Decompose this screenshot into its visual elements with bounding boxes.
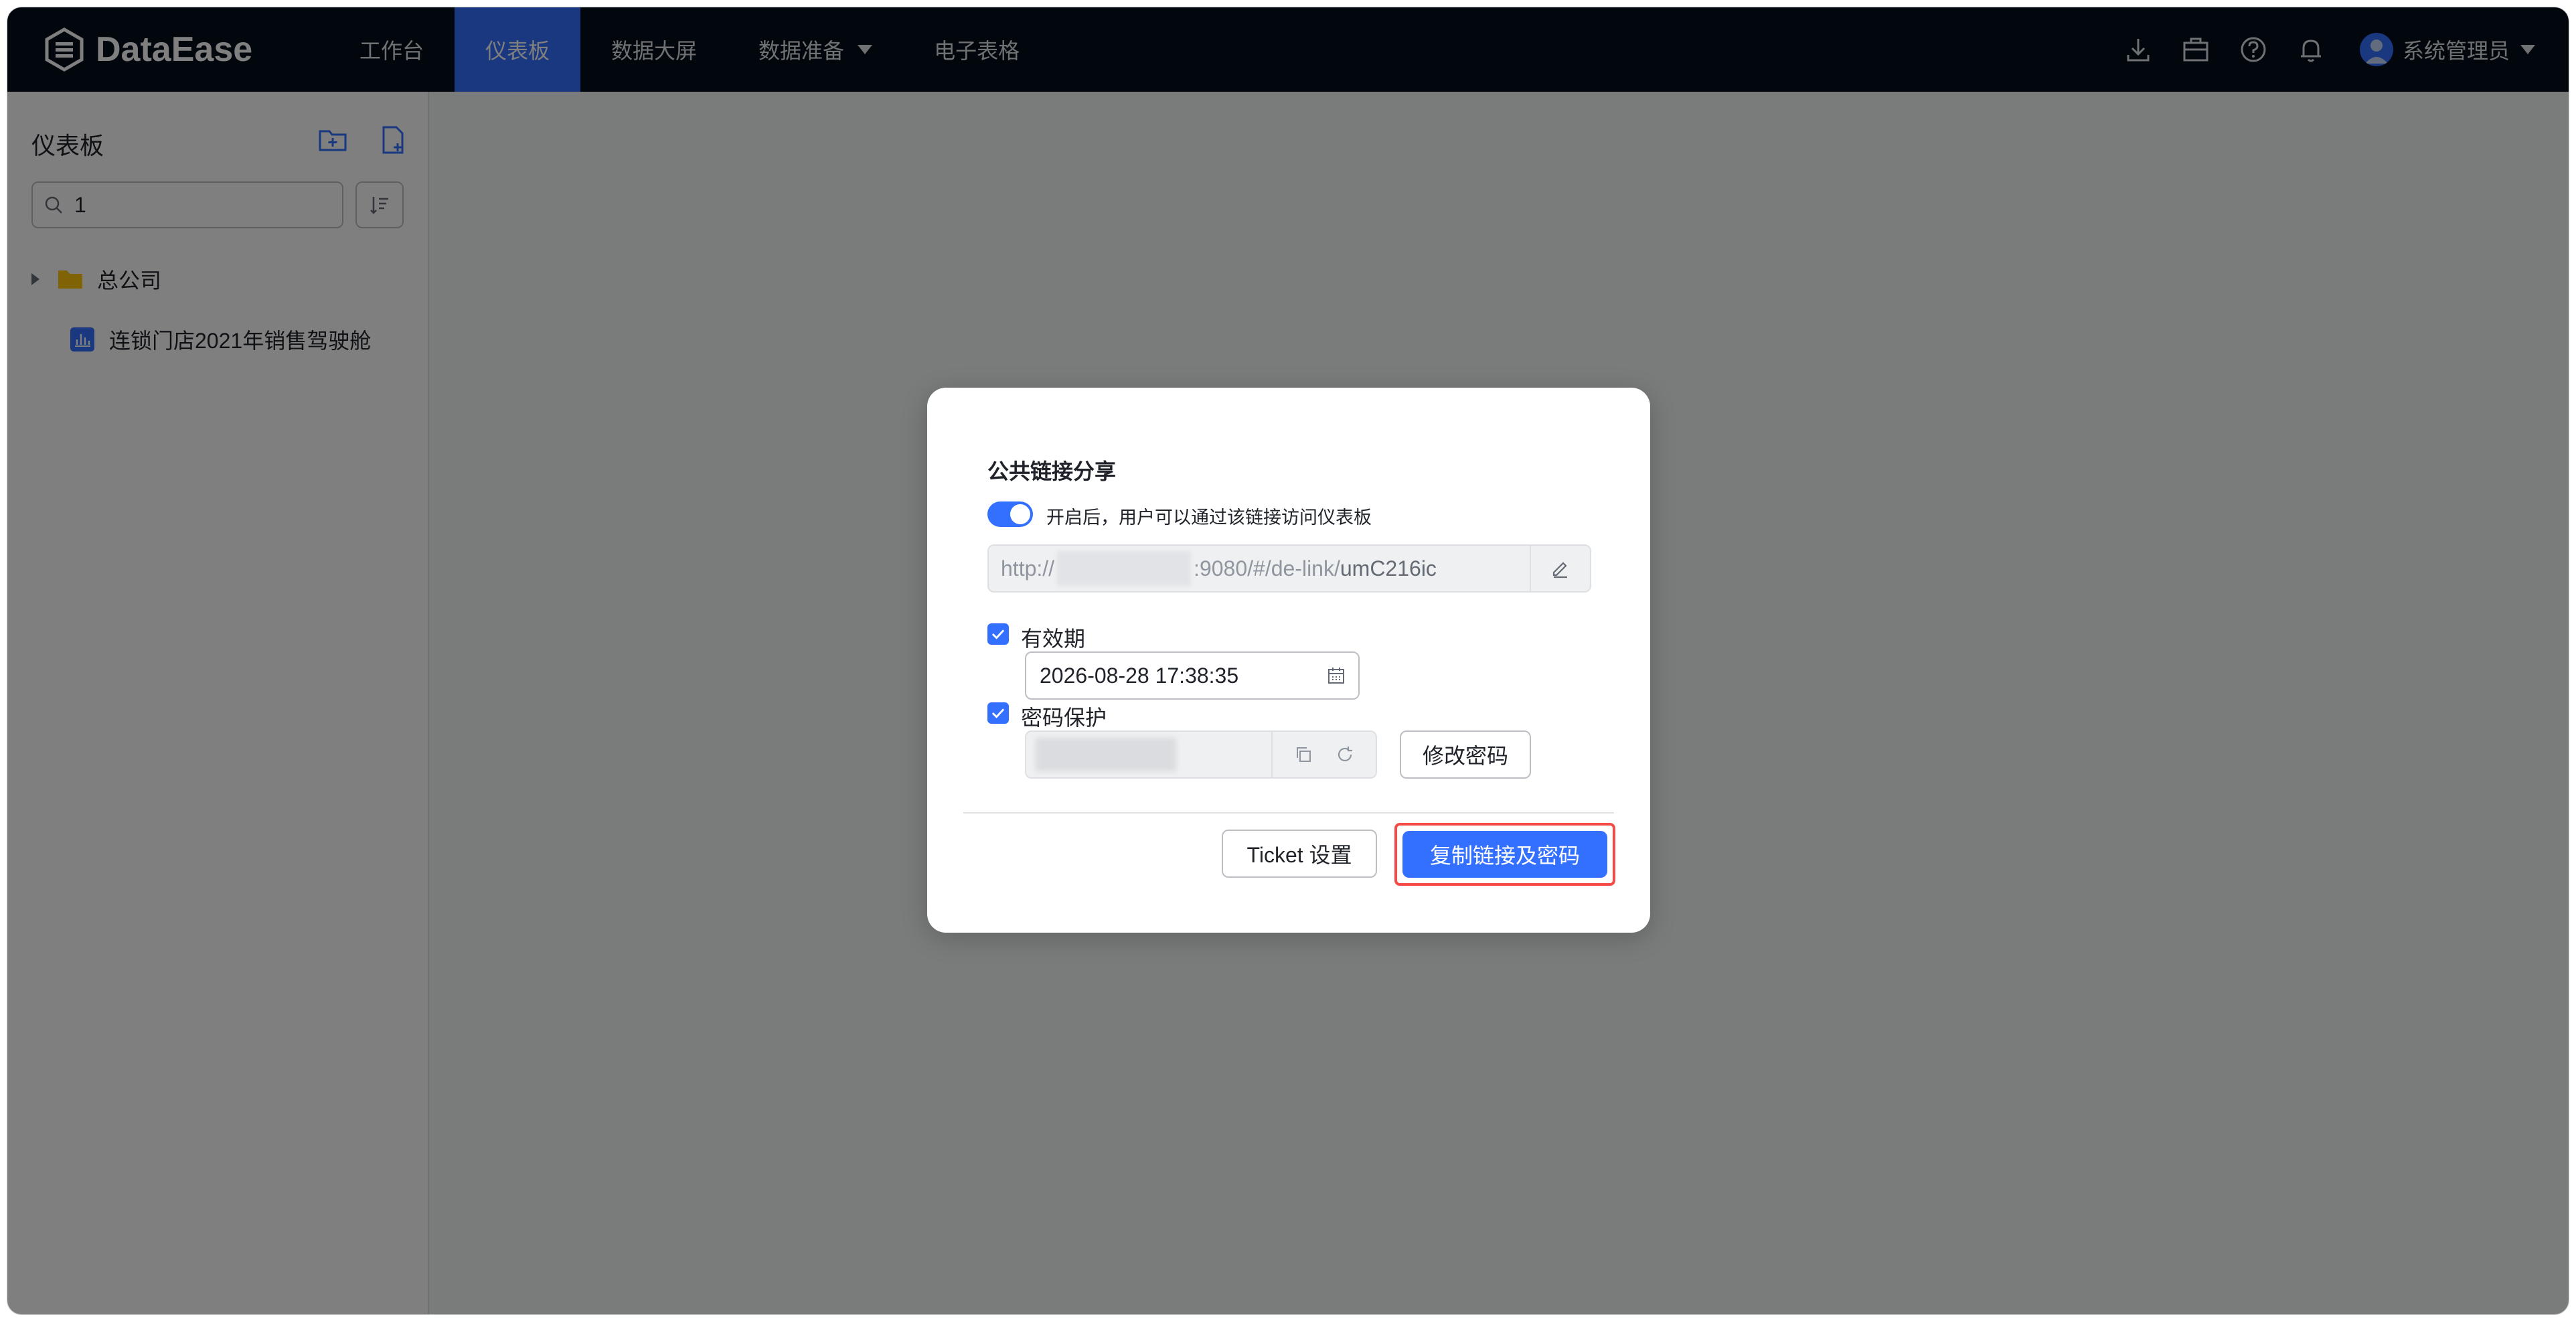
expiry-label: 有效期 (1021, 627, 1086, 651)
calendar-icon (1328, 668, 1344, 684)
change-password-button[interactable]: 修改密码 (1400, 730, 1531, 779)
edit-icon (1552, 562, 1567, 578)
expiry-checkbox[interactable] (987, 623, 1009, 645)
refresh-icon[interactable] (1335, 745, 1355, 765)
share-link-field[interactable]: http:// :9080/#/de-link/ umC216ic (987, 544, 1591, 593)
link-middle: :9080/#/de-link/ (1194, 556, 1340, 580)
check-icon (991, 629, 1005, 639)
password-field (1025, 730, 1377, 779)
dialog-title: 公共链接分享 (987, 459, 1117, 483)
link-prefix: http:// (1001, 556, 1055, 580)
expiry-date-picker[interactable] (1025, 651, 1360, 700)
share-dialog: 公共链接分享 开启后，用户可以通过该链接访问仪表板 http:// :9080/… (927, 388, 1650, 933)
app-window: DataEase 工作台 仪表板 数据大屏 数据准备 电子表格 (7, 7, 2569, 1315)
button-label: 修改密码 (1422, 744, 1508, 768)
share-link-text: http:// :9080/#/de-link/ umC216ic (989, 551, 1530, 586)
ticket-settings-button[interactable]: Ticket 设置 (1222, 830, 1377, 878)
switch-label: 开启后，用户可以通过该链接访问仪表板 (1046, 508, 1372, 528)
check-icon (991, 708, 1005, 718)
redacted-host (1057, 551, 1192, 586)
copy-icon[interactable] (1293, 745, 1313, 765)
expiry-date-input[interactable] (1038, 662, 1309, 689)
button-label: Ticket 设置 (1246, 843, 1352, 867)
password-label: 密码保护 (1021, 706, 1107, 730)
link-suffix: umC216ic (1340, 556, 1437, 580)
public-link-switch[interactable] (987, 501, 1033, 527)
copy-link-and-password-button[interactable]: 复制链接及密码 (1402, 831, 1607, 878)
redacted-password (1036, 738, 1176, 771)
button-label: 复制链接及密码 (1429, 844, 1580, 868)
password-actions (1271, 732, 1376, 777)
dialog-divider (963, 812, 1614, 813)
edit-link-button[interactable] (1530, 546, 1590, 591)
password-checkbox[interactable] (987, 702, 1009, 724)
switch-knob (1010, 504, 1030, 524)
